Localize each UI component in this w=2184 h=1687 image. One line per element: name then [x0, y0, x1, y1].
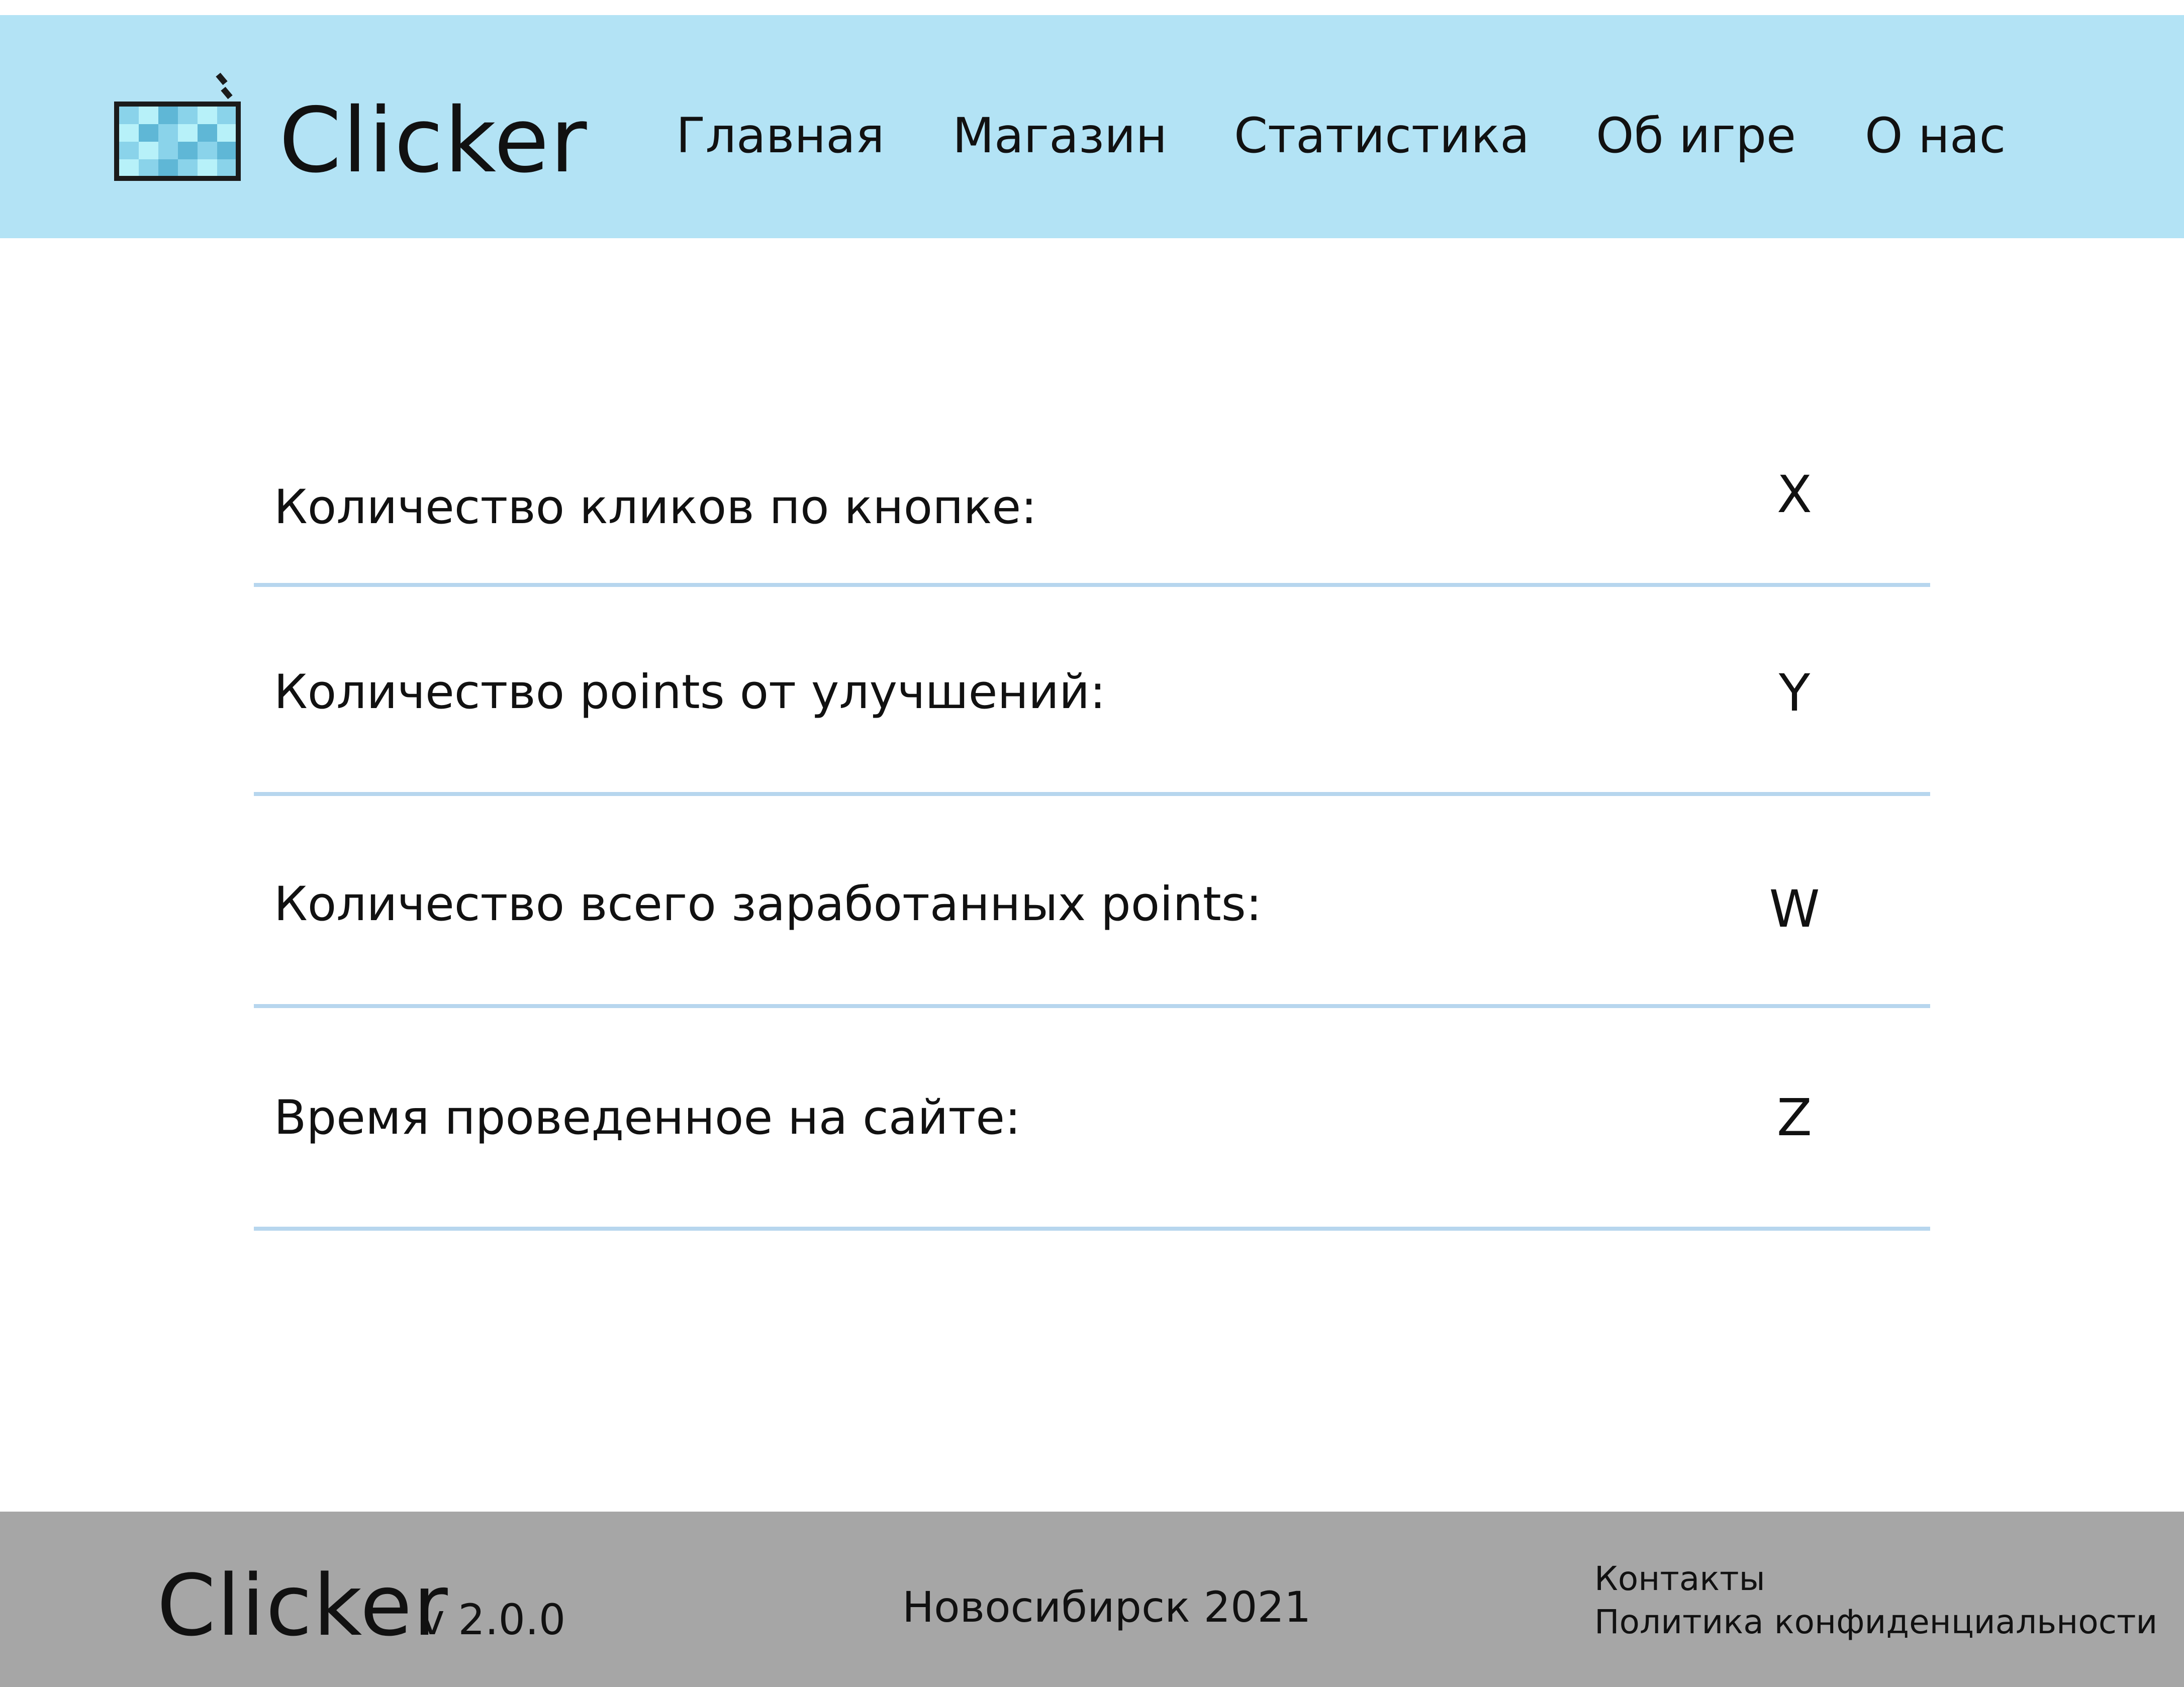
pixel-screen-icon[interactable]: [112, 70, 242, 183]
stat-label-total-points: Количество всего заработанных points:: [274, 877, 1262, 932]
stat-label-time-on-site: Время проведенное на сайте:: [274, 1090, 1021, 1145]
nav-link-about-us[interactable]: О нас: [1865, 106, 2006, 166]
stat-value-total-points: W: [1769, 879, 1820, 939]
footer-city-year: Новосибирск 2021: [902, 1582, 1311, 1632]
stat-value-upgrade-points: Y: [1778, 663, 1811, 723]
row-divider: [254, 1227, 1930, 1231]
footer-brand: Clicker: [157, 1556, 449, 1655]
nav-link-about-game[interactable]: Об игре: [1596, 106, 1796, 166]
footer-version: v 2.0.0: [420, 1595, 566, 1644]
row-divider: [254, 1004, 1930, 1008]
brand-logo-text[interactable]: Clicker: [279, 90, 588, 191]
nav-link-shop[interactable]: Магазин: [953, 106, 1167, 166]
row-divider: [254, 583, 1930, 587]
stat-value-clicks: X: [1777, 465, 1812, 525]
page-top-strip: [0, 0, 2184, 15]
footer-link-privacy-policy[interactable]: Политика конфиденциальности: [1594, 1601, 2157, 1643]
nav-link-statistics[interactable]: Статистика: [1234, 106, 1530, 166]
stat-label-clicks: Количество кликов по кнопке:: [274, 480, 1037, 535]
nav-link-home[interactable]: Главная: [676, 106, 885, 166]
footer-link-contacts[interactable]: Контакты: [1594, 1558, 1765, 1600]
stat-label-upgrade-points: Количество points от улучшений:: [274, 665, 1106, 720]
stat-value-time-on-site: Z: [1777, 1088, 1812, 1148]
row-divider: [254, 792, 1930, 796]
